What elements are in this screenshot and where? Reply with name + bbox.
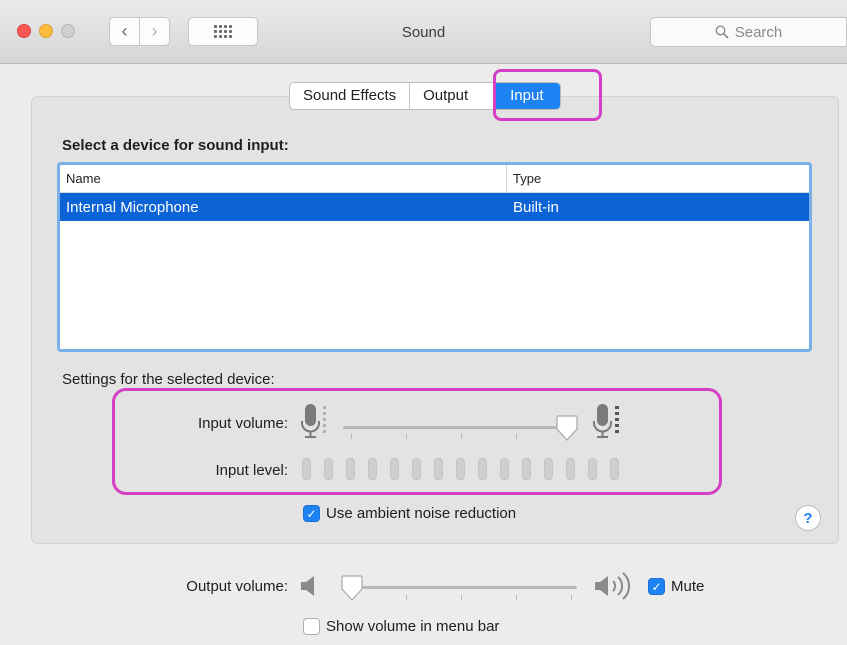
mute-label[interactable]: Mute xyxy=(671,578,704,595)
level-segment xyxy=(324,458,333,480)
level-segment xyxy=(544,458,553,480)
input-level-label: Input level: xyxy=(215,462,288,479)
device-name-cell: Internal Microphone xyxy=(66,198,199,216)
table-row[interactable]: Internal Microphone Built-in xyxy=(60,193,809,221)
ambient-noise-checkbox[interactable]: ✓ xyxy=(303,505,320,522)
output-volume-knob[interactable] xyxy=(340,574,364,602)
settings-label: Settings for the selected device: xyxy=(62,371,275,388)
slider-tick xyxy=(406,595,407,600)
search-icon xyxy=(715,25,729,39)
help-button[interactable]: ? xyxy=(795,505,821,531)
ambient-noise-label[interactable]: Use ambient noise reduction xyxy=(326,505,516,522)
level-segment xyxy=(478,458,487,480)
slider-tick xyxy=(351,434,352,439)
level-segment xyxy=(588,458,597,480)
tab-sound-effects[interactable]: Sound Effects xyxy=(290,83,411,109)
level-segment xyxy=(566,458,575,480)
show-volume-menubar-label[interactable]: Show volume in menu bar xyxy=(326,618,499,635)
output-volume-label: Output volume: xyxy=(186,578,288,595)
slider-tick xyxy=(406,434,407,439)
microphone-low-icon xyxy=(301,404,326,438)
title-bar: ‹ › Sound Search xyxy=(0,0,847,64)
slider-tick xyxy=(516,434,517,439)
speaker-low-icon xyxy=(301,576,314,596)
slider-tick xyxy=(516,595,517,600)
level-segment xyxy=(434,458,443,480)
speaker-high-icon xyxy=(595,572,630,600)
input-volume-label: Input volume: xyxy=(197,415,288,432)
slider-tick xyxy=(461,434,462,439)
level-segment xyxy=(302,458,311,480)
search-placeholder: Search xyxy=(734,23,783,41)
level-segment xyxy=(500,458,509,480)
input-tab-highlight xyxy=(493,69,602,121)
slider-tick xyxy=(571,595,572,600)
table-header: Name Type xyxy=(60,165,809,193)
show-volume-menubar-checkbox[interactable] xyxy=(303,618,320,635)
column-header-type[interactable]: Type xyxy=(507,165,809,192)
slider-tick xyxy=(461,595,462,600)
input-device-table[interactable]: Name Type Internal Microphone Built-in xyxy=(57,162,812,352)
level-segment xyxy=(390,458,399,480)
level-segment xyxy=(412,458,421,480)
input-volume-track xyxy=(343,426,577,429)
input-volume-knob[interactable] xyxy=(555,414,579,442)
checkmark-icon: ✓ xyxy=(651,579,662,594)
tab-output[interactable]: Output xyxy=(410,83,495,109)
mute-checkbox[interactable]: ✓ xyxy=(648,578,665,595)
device-type-cell: Built-in xyxy=(513,198,559,216)
device-heading: Select a device for sound input: xyxy=(62,137,289,154)
level-segment xyxy=(522,458,531,480)
checkmark-icon: ✓ xyxy=(306,506,317,521)
level-segment xyxy=(346,458,355,480)
column-header-name[interactable]: Name xyxy=(60,165,507,192)
microphone-high-icon xyxy=(593,404,619,438)
level-segment xyxy=(368,458,377,480)
output-volume-track xyxy=(345,586,577,589)
level-segment xyxy=(610,458,619,480)
search-field[interactable]: Search xyxy=(650,17,847,47)
input-level-meter xyxy=(302,458,619,480)
level-segment xyxy=(456,458,465,480)
